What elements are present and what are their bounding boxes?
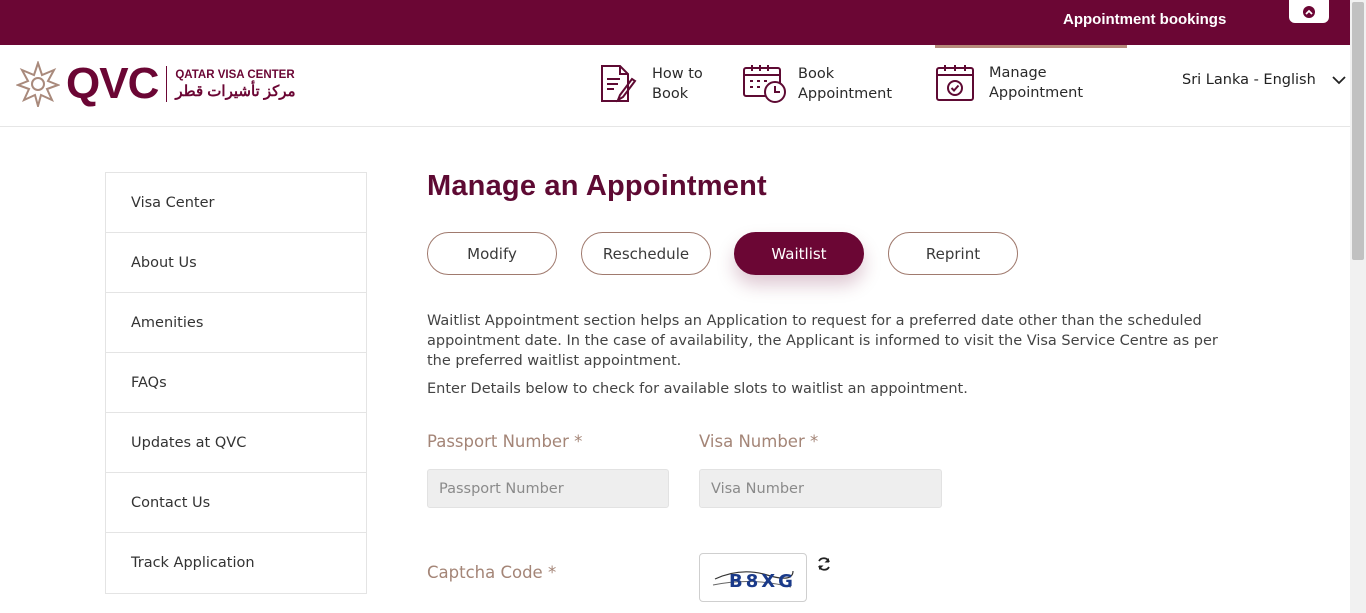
captcha-refresh-button[interactable] bbox=[816, 556, 832, 576]
sidebar-item-faqs[interactable]: FAQs bbox=[106, 353, 366, 413]
page-scrollbar[interactable] bbox=[1350, 0, 1366, 613]
tab-reprint[interactable]: Reprint bbox=[888, 232, 1018, 275]
nav-active-indicator bbox=[935, 45, 1127, 48]
calendar-check-icon bbox=[936, 65, 974, 101]
nav-book-appointment[interactable]: Book Appointment bbox=[742, 63, 892, 105]
sidebar-item-visa-center[interactable]: Visa Center bbox=[106, 173, 366, 233]
passport-number-input[interactable] bbox=[427, 469, 669, 508]
top-bar: Appointment bookings bbox=[0, 0, 1350, 45]
nav-manage-appointment-line2: Appointment bbox=[989, 85, 1084, 101]
site-header: QVC QATAR VISA CENTER مركز تأشيرات قطر H… bbox=[0, 45, 1350, 127]
sidebar-item-contact-us[interactable]: Contact Us bbox=[106, 473, 366, 533]
scroll-up-button[interactable] bbox=[1289, 0, 1329, 23]
chevron-down-icon bbox=[1332, 75, 1346, 84]
refresh-icon bbox=[818, 557, 830, 571]
page-title: Manage an Appointment bbox=[427, 170, 767, 202]
logo-name-english: QATAR VISA CENTER bbox=[175, 68, 295, 81]
sidebar-item-track-application[interactable]: Track Application bbox=[106, 533, 366, 593]
calendar-clock-icon bbox=[743, 65, 786, 103]
logo-brand: QVC bbox=[66, 59, 159, 108]
captcha-graphic: B8XG bbox=[712, 570, 795, 592]
nav-book-appointment-line1: Book bbox=[798, 66, 835, 82]
captcha-text: B8XG bbox=[729, 571, 795, 592]
captcha-image: B8XG bbox=[699, 553, 807, 602]
nav-how-to-book-line2: Book bbox=[652, 86, 689, 102]
qvc-emblem-icon bbox=[16, 61, 60, 107]
logo-divider bbox=[166, 66, 168, 102]
document-pen-icon bbox=[601, 65, 637, 103]
qvc-logo[interactable]: QVC QATAR VISA CENTER مركز تأشيرات قطر bbox=[16, 61, 296, 107]
language-selected: Sri Lanka - English bbox=[1182, 72, 1316, 88]
sidebar-item-updates[interactable]: Updates at QVC bbox=[106, 413, 366, 473]
waitlist-instruction: Enter Details below to check for availab… bbox=[427, 381, 968, 397]
sidebar-menu: Visa Center About Us Amenities FAQs Upda… bbox=[105, 172, 367, 594]
nav-manage-appointment[interactable]: Manage Appointment bbox=[935, 63, 1083, 103]
chevron-up-icon bbox=[1303, 5, 1315, 18]
appointment-bookings-link[interactable]: Appointment bookings bbox=[1063, 11, 1226, 28]
logo-name-arabic: مركز تأشيرات قطر bbox=[175, 82, 296, 100]
nav-how-to-book-line1: How to bbox=[652, 66, 703, 82]
sidebar-item-about-us[interactable]: About Us bbox=[106, 233, 366, 293]
language-selector[interactable]: Sri Lanka - English bbox=[1182, 72, 1346, 88]
visa-number-input[interactable] bbox=[699, 469, 942, 508]
visa-number-label: Visa Number * bbox=[699, 432, 819, 451]
tab-modify[interactable]: Modify bbox=[427, 232, 557, 275]
waitlist-description: Waitlist Appointment section helps an Ap… bbox=[427, 313, 1218, 369]
passport-number-label: Passport Number * bbox=[427, 432, 583, 451]
tab-waitlist[interactable]: Waitlist bbox=[734, 232, 864, 275]
scrollbar-thumb[interactable] bbox=[1352, 2, 1364, 260]
sidebar-item-amenities[interactable]: Amenities bbox=[106, 293, 366, 353]
nav-book-appointment-line2: Appointment bbox=[798, 86, 893, 102]
tab-reschedule[interactable]: Reschedule bbox=[581, 232, 711, 275]
nav-manage-appointment-line1: Manage bbox=[989, 65, 1047, 81]
nav-how-to-book[interactable]: How to Book bbox=[596, 63, 703, 105]
captcha-code-label: Captcha Code * bbox=[427, 563, 557, 582]
